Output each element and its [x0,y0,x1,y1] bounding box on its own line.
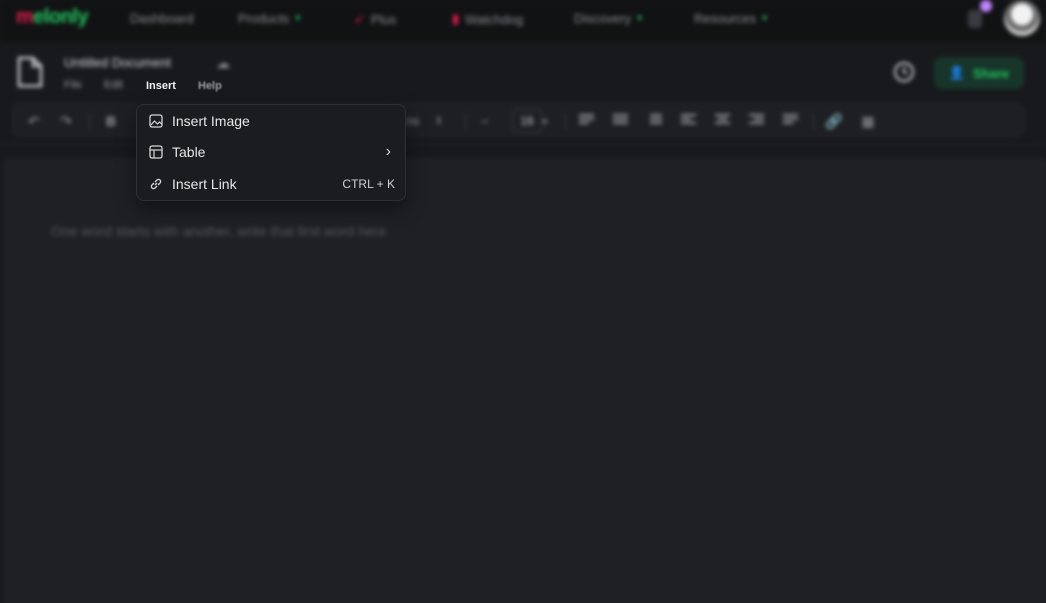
nav-label: Resources [694,11,757,26]
insert-link-shortcut: CTRL + K [342,177,395,191]
menu-edit[interactable]: Edit [104,79,123,91]
insert-dropdown-menu: Insert Image Table › Insert Link CTRL + … [136,104,406,201]
logo-letter: m [16,6,34,28]
font-select-arrows-icon[interactable]: ⇕ [433,110,445,132]
cloud-save-icon: ☁ [216,55,230,71]
nav-label: Watchdog [465,11,524,27]
nav-discovery[interactable]: Discovery ▾ [574,11,642,26]
nav-resources[interactable]: Resources ▾ [694,11,767,26]
nav-products[interactable]: Products ▾ [238,11,300,26]
insert-image-label: Insert Image [172,113,250,129]
share-label: Share [973,65,1010,81]
notification-badge [980,0,992,12]
logo-text: elonly [33,6,89,28]
nav-label: Discovery [574,11,632,26]
menu-file[interactable]: File [64,79,82,91]
align-justify-icon[interactable] [783,114,798,128]
notification-bell-icon[interactable] [968,10,982,28]
nav-label: Plus [370,11,397,27]
document-editor[interactable]: One word starts with another, write that… [4,158,1046,603]
chevron-right-icon: › [385,143,391,160]
avatar[interactable] [1004,0,1040,36]
insert-image-item[interactable]: Insert Image [137,106,405,136]
align-center-icon[interactable] [715,114,730,128]
table-icon [149,145,163,159]
font-family-select[interactable]: ns [405,110,421,132]
align-right-icon[interactable] [749,114,764,128]
nav-label: Dashboard [130,11,194,26]
nav-watchdog[interactable]: ▮ Watchdog [452,11,523,27]
nav-dashboard[interactable]: Dashboard [130,11,194,26]
insert-link-item[interactable]: Insert Link CTRL + K [137,169,405,199]
insert-link-label: Insert Link [172,176,237,192]
nav-plus[interactable]: ➶ Plus [354,11,396,27]
add-user-icon: 👤 [948,65,966,80]
numbered-list-icon[interactable] [613,114,628,128]
share-button[interactable]: 👤 Share [934,57,1024,89]
align-left-icon[interactable] [681,114,696,128]
document-title[interactable]: Untitled Document [64,55,171,70]
toolbar-separator [813,113,814,129]
bullet-list-icon[interactable] [647,114,662,128]
bold-button[interactable]: B [103,110,119,132]
table-label: Table [172,144,206,160]
table-item[interactable]: Table › [137,137,405,167]
font-size-increase-button[interactable]: + [537,110,553,132]
menu-insert[interactable]: Insert [146,80,176,92]
toolbar-separator [89,113,90,129]
toolbar-separator [465,113,466,129]
editor-placeholder: One word starts with another, write that… [51,223,387,239]
menu-help[interactable]: Help [198,80,222,92]
image-icon [149,114,163,128]
heading-icon[interactable] [579,114,594,128]
redo-icon[interactable]: ↷ [57,110,75,132]
app-root: melonly Dashboard Products ▾ ➶ Plus ▮ Watch… [0,0,1046,603]
history-icon[interactable] [892,60,916,84]
link-toolbar-icon[interactable]: 🔗 [825,110,843,132]
chevron-down-icon: ▾ [762,13,768,24]
chevron-down-icon: ▾ [295,13,301,24]
embed-icon[interactable]: ▦ [859,110,877,132]
logo[interactable]: melonly [16,6,89,29]
chevron-down-icon: ▾ [637,13,643,24]
link-icon [150,178,162,190]
document-file-icon [17,56,43,88]
document-header: Untitled Document ☁ File Edit 👤 Share [0,45,1046,101]
toolbar-separator [565,113,566,129]
undo-icon[interactable]: ↶ [25,110,43,132]
top-navigation: melonly Dashboard Products ▾ ➶ Plus ▮ Watch… [0,0,1046,44]
font-size-decrease-button[interactable]: − [477,110,493,132]
plus-icon: ➶ [354,11,365,26]
watchdog-icon: ▮ [452,11,460,26]
nav-label: Products [238,11,290,26]
